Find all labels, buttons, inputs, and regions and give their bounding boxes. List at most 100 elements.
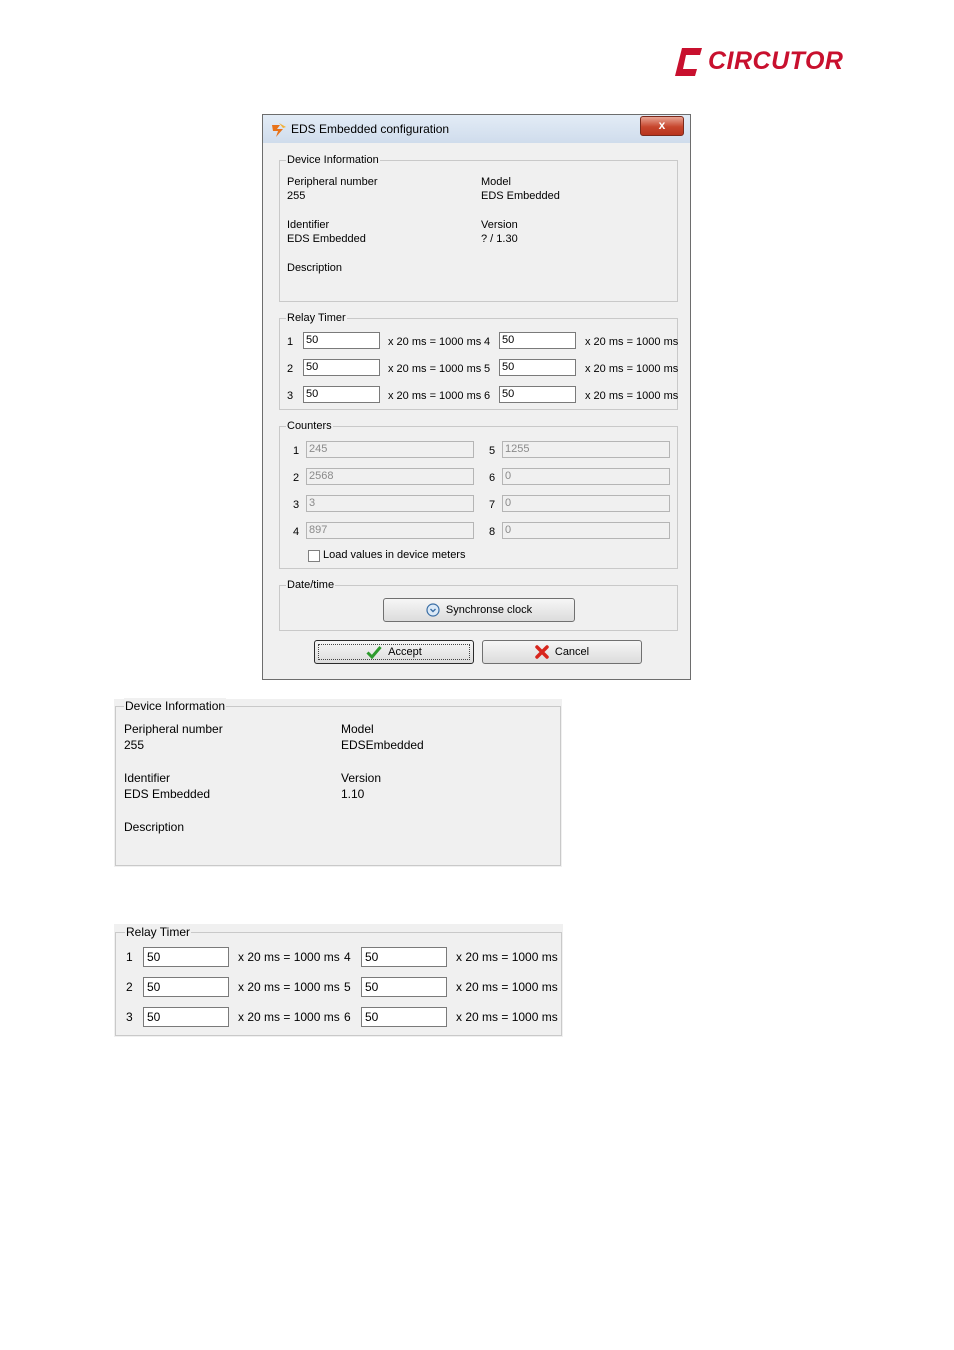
sync-clock-label: Synchronse clock	[445, 604, 533, 616]
relay-1-input[interactable]: 50	[303, 332, 380, 349]
app-icon	[272, 123, 286, 137]
zoom-relay-num: 5	[344, 980, 351, 994]
relay-6-input[interactable]: 50	[499, 386, 576, 403]
zoom-relay-num: 3	[126, 1010, 133, 1024]
zoom-version-value: 1.10	[341, 787, 365, 801]
zoom-relay-5-input[interactable]: 50	[361, 977, 447, 997]
title-bar: EDS Embedded configuration x	[263, 115, 690, 143]
zoom-relay-unit: x 20 ms = 1000 ms	[456, 980, 558, 994]
zoom-model-label: Model	[341, 722, 374, 736]
counter-num: 6	[489, 472, 496, 484]
counter-num: 8	[489, 526, 496, 538]
counters-group: Counters 1 245 2 2568 3 3 4 897 5 1255 6…	[279, 419, 678, 569]
cancel-button[interactable]: Cancel	[482, 640, 642, 664]
accept-button[interactable]: Accept	[314, 640, 474, 664]
relay-5-input[interactable]: 50	[499, 359, 576, 376]
config-dialog: EDS Embedded configuration x Device Info…	[262, 114, 691, 680]
zoom-relay-unit: x 20 ms = 1000 ms	[456, 950, 558, 964]
counter-7-field: 0	[502, 495, 670, 512]
counter-num: 2	[293, 472, 300, 484]
counter-num: 3	[293, 499, 300, 511]
zoom-identifier-value: EDS Embedded	[124, 787, 211, 801]
checkmark-icon	[366, 646, 382, 659]
identifier-value: EDS Embedded	[287, 233, 366, 245]
relay-unit: x 20 ms = 1000 ms	[585, 336, 679, 348]
relay-unit: x 20 ms = 1000 ms	[388, 363, 482, 375]
relay-num: 3	[287, 390, 294, 402]
counter-8-field: 0	[502, 522, 670, 539]
synchronise-clock-button[interactable]: Synchronse clock	[383, 598, 575, 622]
description-label: Description	[287, 262, 343, 274]
close-button[interactable]: x	[640, 116, 684, 136]
zoom-relay-num: 2	[126, 980, 133, 994]
relay-unit: x 20 ms = 1000 ms	[388, 390, 482, 402]
counter-1-field: 245	[306, 441, 474, 458]
zoom-relay-1-input[interactable]: 50	[143, 947, 229, 967]
relay-timer-group: Relay Timer 1 50 x 20 ms = 1000 ms 4 50 …	[279, 311, 679, 410]
relay-unit: x 20 ms = 1000 ms	[585, 363, 679, 375]
clock-icon	[426, 603, 440, 617]
zoom-identifier-label: Identifier	[124, 771, 171, 785]
relay-4-input[interactable]: 50	[499, 332, 576, 349]
relay-num: 2	[287, 363, 294, 375]
counter-num: 7	[489, 499, 496, 511]
zoom-relay-timer-label: Relay Timer	[125, 924, 192, 940]
datetime-label: Date/time	[286, 578, 336, 592]
accept-label: Accept	[388, 646, 422, 658]
version-value: ? / 1.30	[481, 233, 518, 245]
zoom-device-info-label: Device Information	[124, 698, 227, 714]
counter-4-field: 897	[306, 522, 474, 539]
zoom-relay-num: 4	[344, 950, 351, 964]
relay-timer-label: Relay Timer	[286, 311, 347, 325]
zoom-relay-unit: x 20 ms = 1000 ms	[456, 1010, 558, 1024]
peripheral-value: 255	[287, 190, 306, 202]
relay-num: 1	[287, 336, 294, 348]
zoom-device-info-group: Device Information Peripheral number 255…	[115, 698, 561, 866]
zoom-relay-unit: x 20 ms = 1000 ms	[238, 950, 340, 964]
counters-label: Counters	[286, 419, 333, 433]
relay-2-input[interactable]: 50	[303, 359, 380, 376]
zoom-relay-2-input[interactable]: 50	[143, 977, 229, 997]
zoom-relay-4-input[interactable]: 50	[361, 947, 447, 967]
counter-6-field: 0	[502, 468, 670, 485]
datetime-group: Date/time Synchronse clock	[279, 578, 678, 631]
dialog-title: EDS Embedded configuration	[291, 122, 450, 136]
circutor-logo-icon	[675, 48, 702, 76]
zoom-relay-num: 1	[126, 950, 133, 964]
relay-unit: x 20 ms = 1000 ms	[388, 336, 482, 348]
zoom-relay-timer-panel: Relay Timer 1 50 x 20 ms = 1000 ms 4 50 …	[114, 924, 563, 1037]
version-label: Version	[481, 219, 518, 231]
zoom-relay-unit: x 20 ms = 1000 ms	[238, 1010, 340, 1024]
relay-3-input[interactable]: 50	[303, 386, 380, 403]
zoom-relay-3-input[interactable]: 50	[143, 1007, 229, 1027]
model-label: Model	[481, 176, 511, 188]
relay-num: 4	[484, 336, 491, 348]
zoom-relay-6-input[interactable]: 50	[361, 1007, 447, 1027]
logo-text: CIRCUTOR	[708, 47, 844, 75]
relay-num: 6	[484, 390, 491, 402]
counter-2-field: 2568	[306, 468, 474, 485]
zoom-relay-timer-group: Relay Timer 1 50 x 20 ms = 1000 ms 4 50 …	[115, 924, 562, 1036]
load-values-checkbox[interactable]	[308, 550, 320, 562]
zoom-relay-unit: x 20 ms = 1000 ms	[238, 980, 340, 994]
dialog-body: Device Information Peripheral number 255…	[269, 143, 684, 673]
zoom-model-value: EDSEmbedded	[341, 738, 424, 752]
relay-num: 5	[484, 363, 491, 375]
device-info-label: Device Information	[286, 153, 380, 167]
identifier-label: Identifier	[287, 219, 330, 231]
counter-num: 5	[489, 445, 496, 457]
counter-5-field: 1255	[502, 441, 670, 458]
peripheral-label: Peripheral number	[287, 176, 378, 188]
zoom-version-label: Version	[341, 771, 382, 785]
red-x-icon	[535, 645, 549, 659]
zoom-peripheral-label: Peripheral number	[124, 722, 223, 736]
zoom-relay-num: 6	[344, 1010, 351, 1024]
relay-unit: x 20 ms = 1000 ms	[585, 390, 679, 402]
counter-num: 1	[293, 445, 300, 457]
cancel-label: Cancel	[554, 646, 590, 658]
load-values-label: Load values in device meters	[323, 549, 466, 561]
zoom-peripheral-value: 255	[124, 738, 145, 752]
counter-num: 4	[293, 526, 300, 538]
zoom-description-label: Description	[124, 820, 185, 834]
device-info-group: Device Information Peripheral number 255…	[279, 153, 678, 302]
